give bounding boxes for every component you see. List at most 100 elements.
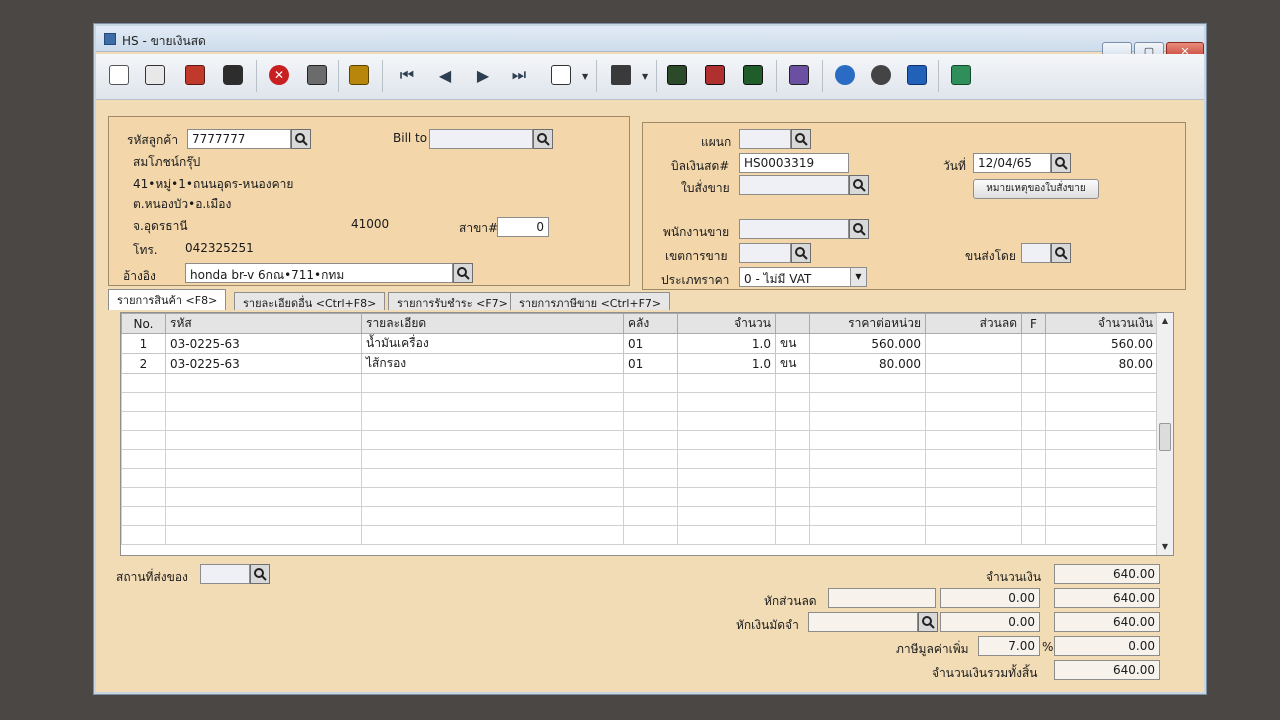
bill-to-field[interactable] — [429, 129, 533, 149]
empty-row[interactable] — [121, 373, 1158, 393]
deposit-text-field[interactable] — [808, 612, 918, 632]
cell-discount[interactable] — [925, 353, 1022, 374]
bill-no-field[interactable]: HS0003319 — [739, 153, 849, 173]
ship-by-field[interactable] — [1021, 243, 1051, 263]
chart-icon[interactable] — [740, 62, 766, 88]
cell-unit-price[interactable]: 80.000 — [809, 353, 926, 374]
cell-qty[interactable]: 1.0 — [677, 333, 776, 354]
date-picker-icon[interactable] — [1051, 153, 1071, 173]
search-dropdown-icon[interactable]: ▼ — [582, 72, 588, 81]
empty-row[interactable] — [121, 506, 1158, 526]
print-dropdown-icon[interactable]: ▼ — [642, 72, 648, 81]
col-header-unit-price[interactable]: ราคาต่อหน่วย — [809, 313, 926, 334]
dept-field[interactable] — [739, 129, 791, 149]
cell-code[interactable]: 03-0225-63 — [165, 333, 362, 354]
cell-discount[interactable] — [925, 333, 1022, 354]
cell-flag[interactable] — [1021, 353, 1046, 374]
cell-warehouse[interactable]: 01 — [623, 353, 678, 374]
cell-warehouse[interactable]: 01 — [623, 333, 678, 354]
cell-unit[interactable]: ขน — [775, 353, 810, 374]
salesman-field[interactable] — [739, 219, 849, 239]
col-header-unit[interactable] — [775, 313, 810, 334]
col-header-code[interactable]: รหัส — [165, 313, 362, 334]
cancel-icon[interactable]: ✕ — [266, 62, 292, 88]
col-header-qty[interactable]: จำนวน — [677, 313, 776, 334]
empty-row[interactable] — [121, 411, 1158, 431]
prev-icon[interactable]: ◀ — [432, 62, 458, 88]
price-type-select[interactable]: 0 - ไม่มี VAT ▼ — [739, 267, 867, 287]
empty-row[interactable] — [121, 487, 1158, 507]
empty-row[interactable] — [121, 392, 1158, 412]
grid-scrollbar[interactable]: ▲ ▼ — [1156, 313, 1173, 555]
scroll-thumb[interactable] — [1159, 423, 1171, 451]
edit-icon[interactable] — [142, 62, 168, 88]
cell-description[interactable]: ไส้กรอง — [361, 353, 624, 374]
calendar-icon[interactable] — [786, 62, 812, 88]
new-icon[interactable] — [106, 62, 132, 88]
tab-payments[interactable]: รายการรับชำระ <F7> — [388, 292, 517, 310]
cell-code[interactable]: 03-0225-63 — [165, 353, 362, 374]
tab-sales-tax[interactable]: รายการภาษีขาย <Ctrl+F7> — [510, 292, 671, 310]
bill-to-search-icon[interactable] — [533, 129, 553, 149]
cell-unit-price[interactable]: 560.000 — [809, 333, 926, 354]
branch-field[interactable]: 0 — [497, 217, 549, 237]
dept-search-icon[interactable] — [791, 129, 811, 149]
empty-row[interactable] — [121, 525, 1158, 545]
chevron-down-icon[interactable]: ▼ — [850, 268, 866, 286]
ok-icon[interactable] — [904, 62, 930, 88]
order-field[interactable] — [739, 175, 849, 195]
col-header-no[interactable]: No. — [121, 313, 166, 334]
area-field[interactable] — [739, 243, 791, 263]
reference-field[interactable]: honda br-v 6กณ•711•กทม — [185, 263, 453, 283]
empty-row[interactable] — [121, 430, 1158, 450]
scroll-up-icon[interactable]: ▲ — [1157, 313, 1173, 329]
cell-unit[interactable]: ขน — [775, 333, 810, 354]
col-header-discount[interactable]: ส่วนลด — [925, 313, 1022, 334]
col-header-amount[interactable]: จำนวนเงิน — [1045, 313, 1158, 334]
order-search-icon[interactable] — [849, 175, 869, 195]
dc-icon[interactable] — [832, 62, 858, 88]
customer-search-icon[interactable] — [291, 129, 311, 149]
cell-amount[interactable]: 80.00 — [1045, 353, 1158, 374]
area-search-icon[interactable] — [791, 243, 811, 263]
customer-code-field[interactable]: 7777777 — [187, 129, 291, 149]
ship-by-search-icon[interactable] — [1051, 243, 1071, 263]
search-icon[interactable] — [548, 62, 574, 88]
cell-no[interactable]: 1 — [121, 333, 166, 354]
first-icon[interactable]: ⏮ — [394, 62, 420, 88]
print-icon[interactable] — [608, 62, 634, 88]
save-icon[interactable] — [304, 62, 330, 88]
cell-no[interactable]: 2 — [121, 353, 166, 374]
deposit-value-field[interactable]: 0.00 — [940, 612, 1040, 632]
discount-value-field[interactable]: 0.00 — [940, 588, 1040, 608]
empty-row[interactable] — [121, 468, 1158, 488]
col-header-description[interactable]: รายละเอียด — [361, 313, 624, 334]
ship-place-field[interactable] — [200, 564, 250, 584]
table-row[interactable]: 2 03-0225-63 ไส้กรอง 01 1.0 ขน 80.000 80… — [121, 353, 1158, 374]
cell-qty[interactable]: 1.0 — [677, 353, 776, 374]
reference-search-icon[interactable] — [453, 263, 473, 283]
delete-icon[interactable] — [182, 62, 208, 88]
tab-items[interactable]: รายการสินค้า <F8> — [108, 289, 227, 310]
table-row[interactable]: 1 03-0225-63 น้ำมันเครื่อง 01 1.0 ขน 560… — [121, 333, 1158, 354]
next-icon[interactable]: ▶ — [470, 62, 496, 88]
exit-icon[interactable] — [948, 62, 974, 88]
vat-rate-field[interactable]: 7.00 — [978, 636, 1040, 656]
order-note-button[interactable]: หมายเหตุของใบสั่งขาย — [973, 179, 1099, 199]
report2-icon[interactable] — [702, 62, 728, 88]
empty-row[interactable] — [121, 449, 1158, 469]
col-header-flag[interactable]: F — [1021, 313, 1046, 334]
tab-other-details[interactable]: รายละเอียดอื่น <Ctrl+F8> — [234, 292, 386, 310]
ck-icon[interactable] — [868, 62, 894, 88]
salesman-search-icon[interactable] — [849, 219, 869, 239]
deposit-search-icon[interactable] — [918, 612, 938, 632]
cell-amount[interactable]: 560.00 — [1045, 333, 1158, 354]
ship-place-search-icon[interactable] — [250, 564, 270, 584]
report-icon[interactable] — [664, 62, 690, 88]
cell-flag[interactable] — [1021, 333, 1046, 354]
discount-text-field[interactable] — [828, 588, 936, 608]
col-header-warehouse[interactable]: คลัง — [623, 313, 678, 334]
date-field[interactable]: 12/04/65 — [973, 153, 1051, 173]
trash-icon[interactable] — [220, 62, 246, 88]
approve-icon[interactable] — [346, 62, 372, 88]
